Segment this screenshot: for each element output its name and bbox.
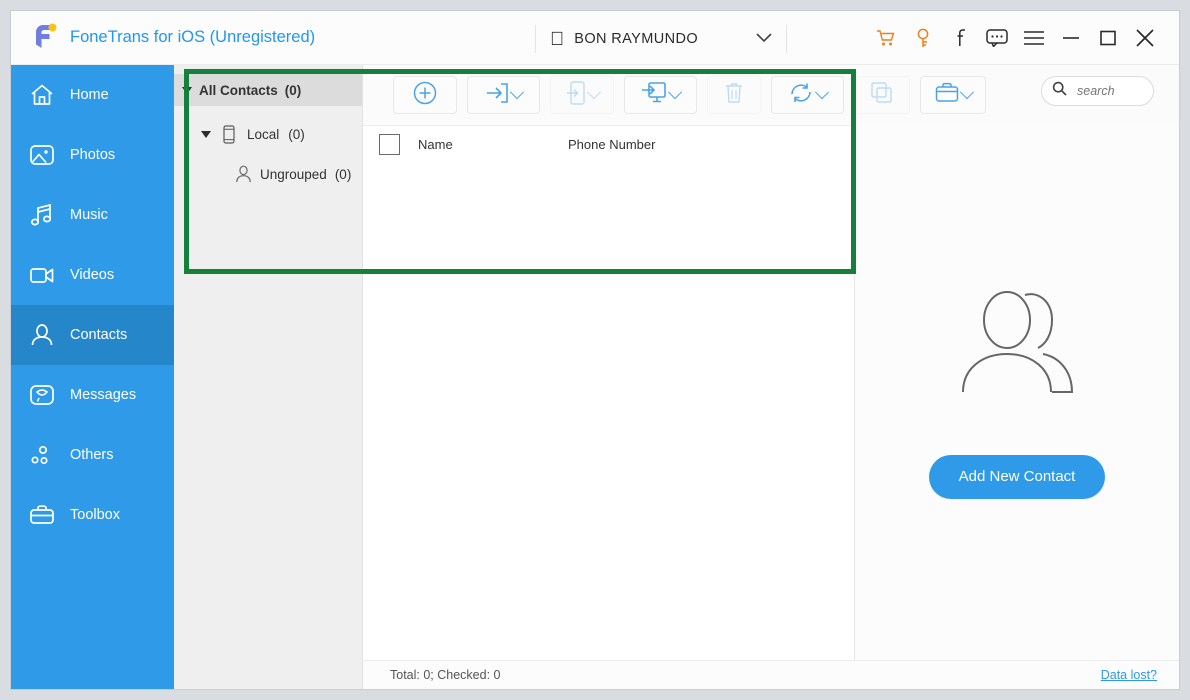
tree-item-count: (0): [284, 82, 302, 98]
contacts-icon: [29, 322, 55, 348]
briefcase-icon: [935, 82, 959, 109]
sidebar-item-photos[interactable]: Photos: [11, 125, 174, 185]
chevron-down-icon: [509, 85, 525, 100]
select-all-checkbox[interactable]: [379, 133, 400, 155]
sidebar-item-home[interactable]: Home: [11, 65, 174, 125]
plus-circle-icon: [412, 80, 438, 111]
tree-item-count: (0): [288, 126, 305, 142]
search-box[interactable]: [1041, 76, 1154, 106]
sidebar-item-others[interactable]: Others: [11, 425, 174, 485]
export-phone-icon: [566, 80, 586, 110]
caret-down-icon[interactable]: [182, 86, 192, 94]
sidebar-item-music[interactable]: Music: [11, 185, 174, 245]
add-new-contact-button[interactable]: Add New Contact: [928, 454, 1106, 499]
maximize-icon[interactable]: [1089, 22, 1126, 54]
tree-item-ungrouped[interactable]: Ungrouped (0): [174, 158, 362, 190]
add-contact-button[interactable]: [393, 76, 457, 114]
sidebar-item-label: Toolbox: [70, 507, 120, 523]
app-window: FoneTrans for iOS (Unregistered)  BON R…: [10, 10, 1180, 690]
search-input[interactable]: [1075, 83, 1143, 99]
blur-smudge-annotation: [481, 479, 701, 549]
phone-icon: [220, 124, 238, 144]
facebook-icon[interactable]: [941, 22, 978, 54]
sidebar-item-label: Messages: [70, 387, 137, 403]
device-name: BON RAYMUNDO: [560, 31, 697, 47]
device-selector[interactable]:  BON RAYMUNDO: [535, 25, 787, 53]
toolbox-icon: [29, 502, 55, 528]
contacts-tree-panel: All Contacts (0) Local (0) Ungrouped (0): [174, 65, 363, 689]
sidebar-item-toolbox[interactable]: Toolbox: [11, 485, 174, 545]
sidebar-item-label: Home: [70, 87, 109, 103]
chevron-down-icon: [586, 85, 601, 100]
export-to-pc-button[interactable]: [624, 76, 697, 114]
deduplicate-button[interactable]: [771, 76, 844, 114]
menu-icon[interactable]: [1015, 22, 1052, 54]
sidebar-item-label: Contacts: [70, 327, 128, 343]
title-bar: FoneTrans for iOS (Unregistered)  BON R…: [11, 11, 1179, 65]
tree-item-all-contacts[interactable]: All Contacts (0): [174, 74, 362, 106]
tree-item-label: Local: [247, 126, 280, 142]
tree-item-count: (0): [334, 166, 352, 182]
app-brand: FoneTrans for iOS (Unregistered): [31, 23, 315, 51]
trash-icon: [724, 81, 744, 110]
app-title: FoneTrans for iOS (Unregistered): [70, 27, 316, 46]
person-icon: [234, 165, 252, 183]
apple-icon: : [550, 30, 564, 49]
delete-button: [707, 76, 761, 114]
column-header-phone: Phone Number: [568, 136, 656, 152]
two-people-icon: [955, 288, 1080, 401]
photos-icon: [29, 142, 55, 168]
export-to-device-button: [550, 76, 614, 114]
tree-item-label: Ungrouped: [260, 166, 327, 182]
merge-button: [854, 76, 910, 114]
copy-icon: [871, 81, 893, 109]
chevron-down-icon: [959, 85, 974, 100]
chevron-down-icon: [756, 30, 772, 48]
empty-state: Add New Contact: [855, 125, 1179, 661]
sidebar-item-label: Photos: [70, 147, 116, 163]
status-totals: Total: 0; Checked: 0: [390, 668, 501, 682]
sidebar-item-label: Videos: [70, 267, 115, 283]
import-arrow-icon: [485, 82, 509, 109]
sidebar-item-videos[interactable]: Videos: [11, 245, 174, 305]
column-header-name: Name: [418, 136, 453, 152]
chevron-down-icon: [814, 85, 830, 100]
close-icon[interactable]: [1126, 22, 1163, 54]
contacts-toolbar: [363, 65, 1179, 125]
messages-icon: [29, 382, 55, 408]
music-icon: [29, 202, 55, 228]
chevron-down-icon: [667, 85, 683, 100]
refresh-icon: [788, 81, 814, 110]
others-icon: [29, 442, 55, 468]
contacts-list: Name Phone Number: [363, 125, 855, 661]
sidebar-item-messages[interactable]: Messages: [11, 365, 174, 425]
status-bar: Total: 0; Checked: 0 Data lost?: [363, 660, 1179, 689]
backup-restore-button[interactable]: [920, 76, 986, 114]
data-lost-link[interactable]: Data lost?: [1101, 668, 1157, 682]
search-icon: [1052, 81, 1067, 101]
fonetrans-logo-icon: [31, 23, 59, 51]
minimize-icon[interactable]: [1052, 22, 1089, 54]
sidebar: Home Photos Music Videos Contacts Messag…: [11, 65, 174, 689]
caret-down-icon[interactable]: [201, 130, 211, 138]
home-icon: [29, 82, 55, 108]
key-icon[interactable]: [904, 22, 941, 54]
feedback-icon[interactable]: [978, 22, 1015, 54]
cart-icon[interactable]: [867, 22, 904, 54]
window-icon-group: [867, 22, 1163, 54]
sidebar-item-label: Music: [70, 207, 108, 223]
contacts-list-header: Name Phone Number: [363, 125, 854, 163]
export-pc-icon: [641, 81, 667, 110]
tree-item-label: All Contacts: [199, 82, 278, 98]
videos-icon: [29, 262, 55, 288]
content-area: Name Phone Number Add: [363, 65, 1179, 689]
import-button[interactable]: [467, 76, 540, 114]
sidebar-item-contacts[interactable]: Contacts: [11, 305, 174, 365]
sidebar-item-label: Others: [70, 447, 114, 463]
tree-item-local[interactable]: Local (0): [174, 118, 362, 150]
contacts-list-body[interactable]: [363, 161, 854, 661]
